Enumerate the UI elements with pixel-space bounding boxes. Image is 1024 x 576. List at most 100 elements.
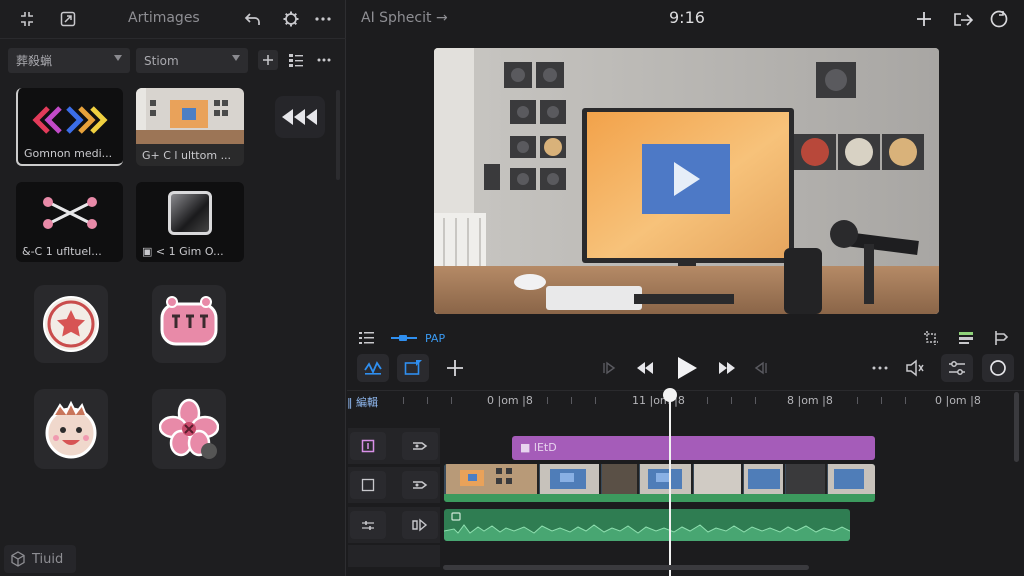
skip-end-icon[interactable] [754,361,768,375]
room-thumbnail-icon [136,88,244,144]
asset-tile[interactable]: G+ C l ulttom ... [136,88,244,166]
ruler-tick [857,397,858,404]
split-icon[interactable] [991,330,1009,346]
ruler-tick [451,397,452,404]
more-icon[interactable] [312,8,334,30]
audio-out-icon [412,518,428,532]
ruler-tick [881,397,882,404]
snap-icon[interactable] [391,332,417,344]
bottom-action-button[interactable]: Tiuid [4,545,76,573]
project-title[interactable]: AI Sphecit → [361,10,448,26]
rewind-asset-button[interactable] [275,96,325,138]
text-clip[interactable]: ■ lEtD [512,436,875,460]
cut-icon [43,197,97,229]
list-view-icon[interactable] [286,50,306,70]
route-icon [413,442,428,450]
timeline-ruler[interactable]: ‖ 編輯 0 |om |8 11 |om |8 8 |om |8 0 |om |… [347,390,1024,412]
asset-tile[interactable]: Gomnon medi... [16,88,123,166]
playhead[interactable] [669,390,671,576]
audio-track-toggle[interactable] [350,511,386,539]
filter-more-icon[interactable] [314,50,334,70]
ruler-tick [905,397,906,404]
character-sticker[interactable] [34,389,108,469]
text-sticker[interactable] [152,285,226,363]
volume-icon[interactable] [905,359,925,377]
keyframe-button[interactable] [357,354,389,382]
audio-track-route[interactable] [402,511,438,539]
asset-tile-caption: G+ C l ulttom ... [142,149,232,162]
video-filmstrip-icon [444,464,875,502]
ruler-tick [547,397,548,404]
import-icon[interactable] [57,8,79,30]
rewind-icon [282,109,317,125]
more-icon[interactable] [871,361,889,375]
ruler-tick [427,397,428,404]
crop-icon[interactable] [923,330,939,346]
asset-tile[interactable]: &-C 1 ufltuel... [16,182,123,262]
bottom-action-label: Tiuid [32,551,64,567]
audio-clip[interactable] [444,509,850,541]
video-preview[interactable] [434,48,939,314]
grid-icon[interactable] [16,8,38,30]
aspect-ratio-button[interactable] [397,354,429,382]
text-track-toggle[interactable] [350,432,386,460]
video-editor-app: Artimages 葬殺蝋 Stiom Gomnon medi... G+ C … [0,0,1024,576]
list-icon[interactable] [359,331,375,345]
sync-icon[interactable] [988,8,1010,30]
mixer-icon [362,521,374,530]
flower-sticker[interactable] [152,389,226,469]
rewind-icon[interactable] [636,360,654,376]
frame-icon [404,360,422,375]
add-icon[interactable] [913,8,935,30]
asset-panel: Artimages 葬殺蝋 Stiom Gomnon medi... G+ C … [0,0,346,576]
asset-scrollbar[interactable] [336,90,340,180]
waveform-icon [364,361,382,375]
fast-forward-icon[interactable] [718,360,736,376]
category-dropdown[interactable]: 葬殺蝋 [8,48,130,73]
asset-tile[interactable]: ▣ < 1 Gim O... [136,182,244,262]
asset-tile-caption: Gomnon medi... [24,147,113,160]
video-clip[interactable] [444,464,875,502]
loop-button[interactable] [982,354,1014,382]
export-icon[interactable] [952,8,974,30]
route-icon [413,481,428,489]
adjust-button[interactable] [941,354,973,382]
timeline-horizontal-scrollbar[interactable] [443,565,809,570]
star-badge-icon [43,296,99,352]
timeline-label: PAP [425,332,446,345]
video-track-toggle[interactable] [350,471,386,499]
cube-icon [11,551,25,567]
sliders-icon [949,361,965,375]
ruler-tick [707,397,708,404]
layers-icon[interactable] [958,331,974,345]
timeline-vertical-scrollbar[interactable] [1014,392,1019,462]
text-track-route[interactable] [402,432,438,460]
chevrons-graphic-icon [32,106,108,134]
undo-icon[interactable] [242,8,264,30]
video-track-route[interactable] [402,471,438,499]
divider [0,38,346,39]
chevron-down-icon [232,55,240,61]
top-bar: AI Sphecit → 9:16 [347,0,1024,38]
style-dropdown[interactable]: Stiom [136,48,248,73]
ruler-tick [403,397,404,404]
track-header-text [348,428,440,464]
ruler-tick [595,397,596,404]
ruler-label: 8 |om |8 [787,394,833,407]
text-clip-label: ■ lEtD [520,441,557,454]
settings-icon[interactable] [280,8,302,30]
cartoon-face-icon [45,400,97,459]
track-header-video [348,467,440,503]
preview-frame-image [434,48,939,314]
arrow-right-icon: → [435,10,448,26]
bubble-text-icon [160,296,218,346]
text-layer-icon [361,439,375,453]
playhead-handle[interactable] [663,388,677,402]
star-sticker[interactable] [34,285,108,363]
style-dropdown-label: Stiom [144,53,179,68]
add-track-button[interactable] [439,354,471,382]
category-dropdown-label: 葬殺蝋 [16,54,53,68]
play-icon[interactable] [675,355,699,381]
add-asset-button[interactable] [258,50,278,70]
skip-start-icon[interactable] [602,361,616,375]
